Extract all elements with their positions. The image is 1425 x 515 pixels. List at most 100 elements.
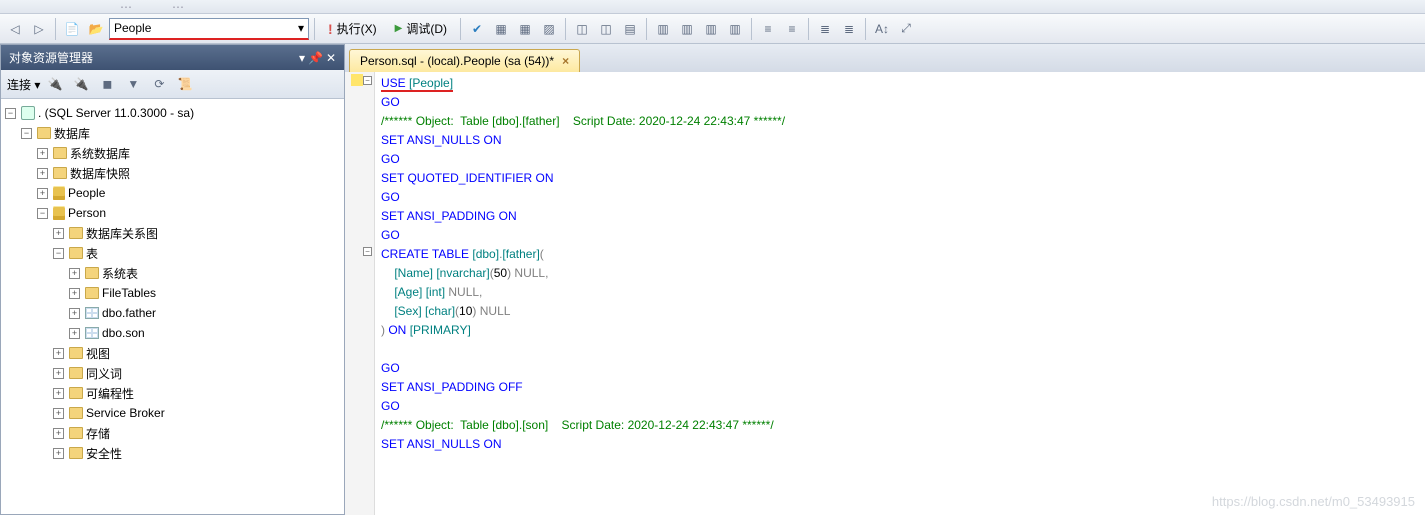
son-table-node[interactable]: + dbo.son [1, 323, 344, 343]
node-label: 同义词 [86, 365, 122, 382]
tb-icon-9[interactable]: ▥ [700, 18, 722, 40]
expand-icon[interactable]: + [69, 308, 80, 319]
servicebroker-node[interactable]: +Service Broker [1, 403, 344, 423]
object-explorer-tree[interactable]: −. (SQL Server 11.0.3000 - sa) −数据库 +系统数… [1, 99, 344, 514]
tb-icon-10[interactable]: ▥ [724, 18, 746, 40]
expand-icon[interactable]: + [37, 148, 48, 159]
expand-icon[interactable]: + [53, 368, 64, 379]
tb-icon-7[interactable]: ▥ [652, 18, 674, 40]
databases-node[interactable]: − 数据库 [1, 123, 344, 143]
chevron-down-icon: ▾ [298, 21, 304, 35]
server-label: . (SQL Server 11.0.3000 - sa) [38, 106, 194, 120]
tb-icon-8[interactable]: ▥ [676, 18, 698, 40]
expand-icon[interactable]: + [37, 168, 48, 179]
synonyms-node[interactable]: + 同义词 [1, 363, 344, 383]
expand-icon[interactable]: + [53, 388, 64, 399]
systables-node[interactable]: +系统表 [1, 263, 344, 283]
connect-button[interactable]: 连接 ▾ [7, 76, 40, 93]
tb-icon-4[interactable]: ◫ [571, 18, 593, 40]
node-label: 数据库快照 [70, 165, 130, 182]
security-node[interactable]: +安全性 [1, 443, 344, 463]
fold-icon[interactable]: − [363, 247, 372, 256]
tab-close-icon[interactable]: × [562, 54, 569, 68]
parse-icon[interactable]: ✔ [466, 18, 488, 40]
stop-icon[interactable]: ◼ [96, 73, 118, 95]
pin-icon[interactable]: 📌 [308, 51, 323, 65]
editor-tab-active[interactable]: Person.sql - (local).People (sa (54))* × [349, 49, 580, 72]
indent-icon[interactable]: ≡ [757, 18, 779, 40]
collapse-icon[interactable]: − [37, 208, 48, 219]
expand-icon[interactable]: + [69, 328, 80, 339]
object-explorer-toolbar: 连接 ▾ 🔌 🔌 ◼ ▼ ⟳ 📜 [1, 70, 344, 99]
tables-node[interactable]: −表 [1, 243, 344, 263]
programmability-node[interactable]: + 可编程性 [1, 383, 344, 403]
node-label: 可编程性 [86, 385, 134, 402]
dropdown-icon[interactable]: ▾ [299, 51, 305, 65]
play-icon: ▶ [395, 23, 403, 34]
database-selector[interactable]: People ▾ [109, 18, 309, 40]
expand-icon[interactable]: + [53, 428, 64, 439]
server-node[interactable]: − . (SQL Server 11.0.3000 - sa) [1, 103, 344, 123]
folder-icon [69, 447, 83, 459]
person-db-node[interactable]: −Person [1, 203, 344, 223]
filetables-node[interactable]: +FileTables [1, 283, 344, 303]
tb-icon-2[interactable]: ▦ [514, 18, 536, 40]
fold-icon[interactable]: − [363, 76, 372, 85]
node-label: dbo.son [102, 326, 145, 340]
nav-fwd-icon[interactable]: ▷ [28, 18, 50, 40]
collapse-icon[interactable]: − [5, 108, 16, 119]
collapse-icon[interactable]: − [53, 248, 64, 259]
people-db-node[interactable]: +People [1, 183, 344, 203]
object-explorer-titlebar: 对象资源管理器 ▾ 📌 ✕ [1, 45, 344, 70]
debug-button[interactable]: ▶ 调试(D) [387, 18, 455, 40]
database-icon [53, 206, 65, 220]
close-icon[interactable]: ✕ [326, 51, 336, 65]
execute-label: 执行(X) [337, 20, 377, 37]
tb-icon-5[interactable]: ◫ [595, 18, 617, 40]
filter-icon[interactable]: ▼ [122, 73, 144, 95]
disconnect-icon[interactable]: 🔌 [70, 73, 92, 95]
tb-icon-end1[interactable]: A↕ [871, 18, 893, 40]
tb-icon-3[interactable]: ▨ [538, 18, 560, 40]
father-table-node[interactable]: +dbo.father [1, 303, 344, 323]
folder-icon [37, 127, 51, 139]
table-icon [85, 327, 99, 339]
main-toolbar: ◁ ▷ 📄 📂 People ▾ ! 执行(X) ▶ 调试(D) ✔ ▦ ▦ ▨… [0, 14, 1425, 44]
expand-icon[interactable]: + [53, 408, 64, 419]
tb-icon-1[interactable]: ▦ [490, 18, 512, 40]
connect-icon[interactable]: 🔌 [44, 73, 66, 95]
database-icon [53, 186, 65, 200]
dbsnap-node[interactable]: + 数据库快照 [1, 163, 344, 183]
tb-icon-end2[interactable]: ⤢ [895, 18, 917, 40]
folder-icon [53, 147, 67, 159]
collapse-icon[interactable]: − [21, 128, 32, 139]
script-icon[interactable]: 📜 [174, 73, 196, 95]
expand-icon[interactable]: + [69, 288, 80, 299]
uncomment-icon[interactable]: ≣ [838, 18, 860, 40]
new-query-icon[interactable]: 📄 [61, 18, 83, 40]
code-editor[interactable]: − − USE [People] GO /****** Object: Tabl… [345, 72, 1425, 515]
nav-back-icon[interactable]: ◁ [4, 18, 26, 40]
expand-icon[interactable]: + [53, 448, 64, 459]
open-icon[interactable]: 📂 [85, 18, 107, 40]
expand-icon[interactable]: + [53, 228, 64, 239]
execute-button[interactable]: ! 执行(X) [320, 18, 385, 40]
folder-icon [69, 367, 83, 379]
folder-icon [85, 267, 99, 279]
node-label: 视图 [86, 345, 110, 362]
dbdiag-node[interactable]: +数据库关系图 [1, 223, 344, 243]
debug-label: 调试(D) [406, 20, 447, 37]
storage-node[interactable]: +存储 [1, 423, 344, 443]
code-content[interactable]: USE [People] GO /****** Object: Table [d… [375, 72, 791, 515]
expand-icon[interactable]: + [69, 268, 80, 279]
sysdb-node[interactable]: +系统数据库 [1, 143, 344, 163]
comment-icon[interactable]: ≣ [814, 18, 836, 40]
views-node[interactable]: + 视图 [1, 343, 344, 363]
tb-icon-6[interactable]: ▤ [619, 18, 641, 40]
expand-icon[interactable]: + [37, 188, 48, 199]
outdent-icon[interactable]: ≡ [781, 18, 803, 40]
refresh-icon[interactable]: ⟳ [148, 73, 170, 95]
node-label: 数据库 [54, 125, 90, 142]
expand-icon[interactable]: + [53, 348, 64, 359]
tab-title: Person.sql - (local).People (sa (54))* [360, 54, 554, 68]
